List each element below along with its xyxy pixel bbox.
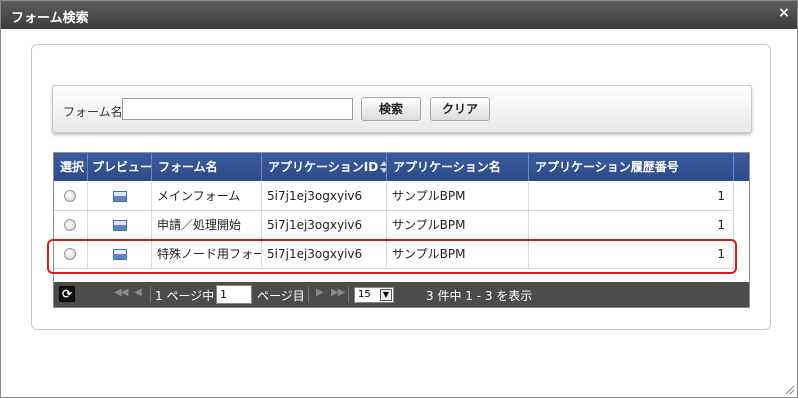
next-page-icon[interactable]: ▶: [316, 287, 324, 298]
app-history-cell: 1: [529, 211, 734, 239]
page-suffix-label: ページ目: [257, 289, 305, 303]
pager-divider: [308, 286, 309, 303]
last-page-icon[interactable]: ▶▶: [331, 287, 345, 298]
pager: ⟳ ◀◀ ◀ 1 ページ中 ページ目 ▶ ▶▶ 15 ▼ 3 件中 1 - 3 を…: [54, 282, 749, 307]
page-prefix-label: 1 ページ中: [155, 289, 215, 303]
column-header-select[interactable]: 選択: [54, 153, 88, 181]
table-row[interactable]: 申請／処理開始 5i7j1ej3ogxyiv6 サンプルBPM 1: [54, 211, 734, 240]
preview-cell: [88, 211, 152, 239]
form-grid: 選択 プレビュー フォーム名 アプリケーションID アプリケーション名 アプリケ…: [53, 152, 750, 308]
select-radio[interactable]: [64, 219, 76, 231]
dialog-title: フォーム検索: [11, 11, 89, 26]
form-name-cell: メインフォーム: [152, 182, 262, 210]
form-name-label: フォーム名: [63, 105, 123, 119]
app-id-cell: 5i7j1ej3ogxyiv6: [262, 211, 387, 239]
select-cell: [54, 211, 88, 239]
page-size-select[interactable]: 15 ▼: [354, 287, 394, 303]
column-header-app-id-label: アプリケーションID: [268, 160, 379, 174]
clear-button[interactable]: クリア: [430, 97, 490, 121]
form-search-dialog: フォーム検索 × フォーム名 検索 クリア 選択 プレビュー フォーム名 アプリ…: [0, 0, 798, 398]
page-size-value: 15: [358, 289, 371, 300]
preview-cell: [88, 182, 152, 210]
preview-icon[interactable]: [113, 220, 127, 231]
column-header-app-history[interactable]: アプリケーション履歴番号: [529, 153, 734, 181]
app-id-cell: 5i7j1ej3ogxyiv6: [262, 182, 387, 210]
table-row[interactable]: メインフォーム 5i7j1ej3ogxyiv6 サンプルBPM 1: [54, 182, 734, 211]
sort-icon: [380, 161, 386, 173]
column-header-preview[interactable]: プレビュー: [88, 153, 152, 181]
app-name-cell: サンプルBPM: [387, 211, 529, 239]
search-button[interactable]: 検索: [361, 97, 421, 121]
close-icon[interactable]: ×: [777, 6, 791, 20]
search-bar: フォーム名 検索 クリア: [52, 85, 752, 133]
preview-icon[interactable]: [113, 191, 127, 202]
app-history-cell: 1: [529, 182, 734, 210]
first-page-icon[interactable]: ◀◀: [114, 287, 128, 298]
page-number-input[interactable]: [216, 285, 252, 304]
resize-grip-icon[interactable]: [784, 384, 794, 394]
chevron-down-icon: ▼: [380, 289, 392, 301]
highlight-box: [47, 239, 737, 274]
content-panel: フォーム名 検索 クリア 選択 プレビュー フォーム名 アプリケーションID ア…: [31, 44, 771, 330]
app-name-cell: サンプルBPM: [387, 182, 529, 210]
dialog-titlebar[interactable]: フォーム検索 ×: [1, 1, 797, 29]
column-header-app-id[interactable]: アプリケーションID: [262, 153, 387, 181]
column-header-app-name[interactable]: アプリケーション名: [387, 153, 529, 181]
prev-page-icon[interactable]: ◀: [134, 287, 142, 298]
column-header-form-name[interactable]: フォーム名: [152, 153, 262, 181]
form-name-input[interactable]: [122, 98, 353, 120]
pager-divider: [150, 286, 151, 303]
grid-header: 選択 プレビュー フォーム名 アプリケーションID アプリケーション名 アプリケ…: [54, 153, 749, 181]
select-cell: [54, 182, 88, 210]
form-name-cell: 申請／処理開始: [152, 211, 262, 239]
refresh-icon[interactable]: ⟳: [59, 286, 75, 302]
record-summary: 3 件中 1 - 3 を表示: [426, 289, 533, 303]
pager-divider: [348, 286, 349, 303]
select-radio[interactable]: [64, 190, 76, 202]
